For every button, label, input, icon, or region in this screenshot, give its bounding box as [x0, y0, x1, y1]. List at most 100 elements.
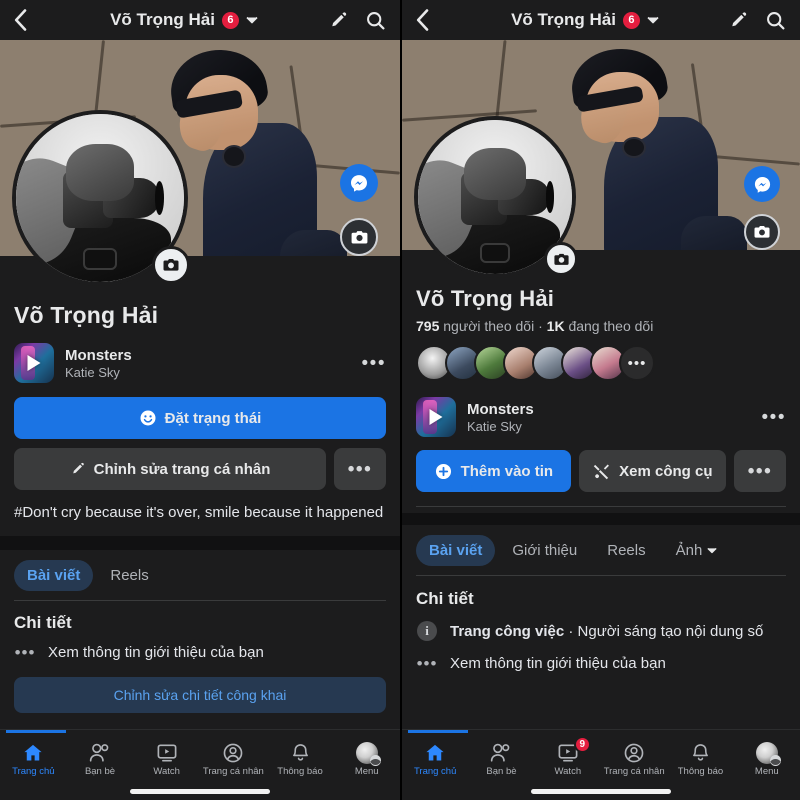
messenger-fab-button[interactable]	[744, 166, 780, 202]
friend-avatars-more-button[interactable]: •••	[619, 345, 655, 381]
tools-icon	[593, 464, 610, 479]
avatar-camera-badge-button[interactable]	[544, 242, 578, 276]
profile-name-title: Võ Trọng Hải	[511, 10, 616, 29]
play-icon	[27, 355, 41, 371]
right-action-row: Thêm vào tin Xem công cụ •••	[416, 450, 786, 492]
nav-thong-bao[interactable]: Thông báo	[667, 733, 733, 785]
nav-label: Trang chủ	[12, 765, 55, 777]
detail-text-bold: Trang công việc	[450, 622, 565, 640]
nav-label: Watch	[153, 765, 180, 777]
bottom-nav-left: Trang chủ Bạn bè Watch Trang cá nhân Thô…	[0, 729, 400, 800]
title-badge: 6	[622, 11, 640, 29]
detail-row[interactable]: ••• Xem thông tin giới thiệu của bạn	[416, 655, 786, 672]
right-tabs-section: Bài viết Giới thiệu Reels Ảnh Chi tiết i…	[402, 525, 800, 672]
edit-public-details-button[interactable]: Chỉnh sửa chi tiết công khai	[14, 677, 386, 714]
album-art	[14, 343, 54, 383]
followers-count: 795	[416, 318, 440, 334]
home-icon	[24, 744, 42, 761]
music-text: Monsters Katie Sky	[467, 401, 751, 434]
tab-gioi-thieu[interactable]: Giới thiệu	[499, 535, 590, 566]
home-icon	[426, 744, 444, 761]
nav-trang-chu[interactable]: Trang chủ	[402, 733, 468, 785]
friends-icon	[491, 743, 510, 762]
back-button[interactable]	[14, 9, 40, 31]
right-profile-body: Võ Trọng Hải 795 người theo dõi · 1K đan…	[402, 272, 800, 507]
cover-camera-fab-button[interactable]	[744, 214, 780, 250]
friend-avatars-row[interactable]: •••	[416, 345, 786, 381]
profile-picture-left[interactable]	[12, 110, 190, 286]
music-text: Monsters Katie Sky	[65, 347, 351, 380]
nav-thong-bao[interactable]: Thông báo	[267, 733, 334, 785]
profile-overflow-label: •••	[347, 458, 373, 480]
follower-stats[interactable]: 795 người theo dõi · 1K đang theo dõi	[416, 318, 786, 334]
view-tools-button[interactable]: Xem công cụ	[578, 450, 726, 492]
search-icon[interactable]	[765, 10, 786, 31]
music-card-left[interactable]: Monsters Katie Sky •••	[14, 343, 386, 383]
details-title: Chi tiết	[14, 613, 72, 633]
tab-bai-viet[interactable]: Bài viết	[14, 560, 94, 592]
pencil-icon[interactable]	[728, 10, 749, 31]
set-status-button[interactable]: Đặt trạng thái	[14, 397, 386, 439]
music-artist: Katie Sky	[467, 418, 522, 434]
nav-watch[interactable]: Watch	[133, 733, 200, 785]
profile-name-title: Võ Trọng Hải	[110, 10, 215, 29]
nav-watch[interactable]: 9 Watch	[535, 733, 601, 785]
chevron-left-icon	[416, 9, 429, 31]
tab-anh[interactable]: Ảnh	[663, 535, 731, 566]
left-profile-body: Võ Trọng Hải Monsters Katie Sky ••• Đặt …	[0, 290, 400, 523]
nav-ban-be[interactable]: Bạn bè	[67, 733, 134, 785]
tab-reels[interactable]: Reels	[97, 560, 161, 591]
bottom-nav-right: Trang chủ Bạn bè 9 Watch Trang cá nhân T…	[402, 729, 800, 800]
tab-bai-viet[interactable]: Bài viết	[416, 535, 496, 566]
detail-text-rest: · Người sáng tạo nội dung số	[564, 622, 764, 640]
bottom-nav-items-left: Trang chủ Bạn bè Watch Trang cá nhân Thô…	[0, 733, 400, 785]
add-to-story-button[interactable]: Thêm vào tin	[416, 450, 571, 492]
following-count: 1K	[546, 318, 565, 334]
nav-ban-be[interactable]: Bạn bè	[468, 733, 534, 785]
detail-text: Xem thông tin giới thiệu của bạn	[48, 644, 264, 662]
avatar-camera-badge-button[interactable]	[152, 246, 190, 284]
pencil-icon	[72, 462, 84, 474]
tab-reels[interactable]: Reels	[594, 535, 658, 566]
profile-picture-right[interactable]	[414, 116, 578, 278]
details-title: Chi tiết	[416, 589, 474, 608]
left-action-row: Chỉnh sửa trang cá nhân •••	[14, 448, 386, 490]
detail-text: Xem thông tin giới thiệu của bạn	[450, 655, 666, 672]
nav-menu[interactable]: Menu	[333, 733, 400, 785]
nav-label: Thông báo	[677, 765, 724, 777]
chevron-down-icon	[647, 16, 659, 24]
top-bar-right: Võ Trọng Hải 6	[402, 0, 800, 40]
music-more-button[interactable]: •••	[362, 354, 386, 373]
search-icon[interactable]	[365, 10, 386, 31]
ellipsis-icon: •••	[416, 654, 438, 673]
edit-profile-button[interactable]: Chỉnh sửa trang cá nhân	[14, 448, 326, 490]
camera-icon	[553, 253, 569, 265]
music-title: Monsters	[467, 400, 534, 418]
detail-row[interactable]: ••• Xem thông tin giới thiệu của bạn	[14, 644, 386, 661]
music-card-right[interactable]: Monsters Katie Sky •••	[416, 397, 786, 437]
play-icon	[429, 409, 443, 425]
chevron-left-icon	[14, 9, 27, 31]
plus-circle-icon	[435, 463, 451, 479]
bottom-nav-items-right: Trang chủ Bạn bè 9 Watch Trang cá nhân T…	[402, 733, 800, 785]
nav-trang-ca-nhan[interactable]: Trang cá nhân	[601, 733, 667, 785]
following-label: đang theo dõi	[568, 318, 654, 334]
music-more-button[interactable]: •••	[762, 408, 786, 427]
profile-icon	[223, 743, 243, 762]
nav-menu[interactable]: Menu	[734, 733, 800, 785]
page-title[interactable]: Võ Trọng Hải 6	[442, 10, 728, 30]
page-title[interactable]: Võ Trọng Hải 6	[40, 10, 328, 30]
profile-overflow-button[interactable]: •••	[734, 450, 786, 492]
profile-overflow-button[interactable]: •••	[334, 448, 386, 490]
top-bar-actions-right	[728, 10, 786, 31]
top-bar-actions-left	[328, 10, 386, 31]
nav-trang-ca-nhan[interactable]: Trang cá nhân	[200, 733, 267, 785]
messenger-icon	[351, 175, 367, 192]
nav-trang-chu[interactable]: Trang chủ	[0, 733, 67, 785]
cover-camera-fab-button[interactable]	[340, 218, 378, 256]
back-button[interactable]	[416, 9, 442, 31]
detail-row[interactable]: i Trang công việc · Người sáng tạo nội d…	[416, 621, 786, 641]
messenger-fab-button[interactable]	[340, 164, 378, 202]
friends-icon	[89, 743, 109, 762]
pencil-icon[interactable]	[328, 10, 349, 31]
